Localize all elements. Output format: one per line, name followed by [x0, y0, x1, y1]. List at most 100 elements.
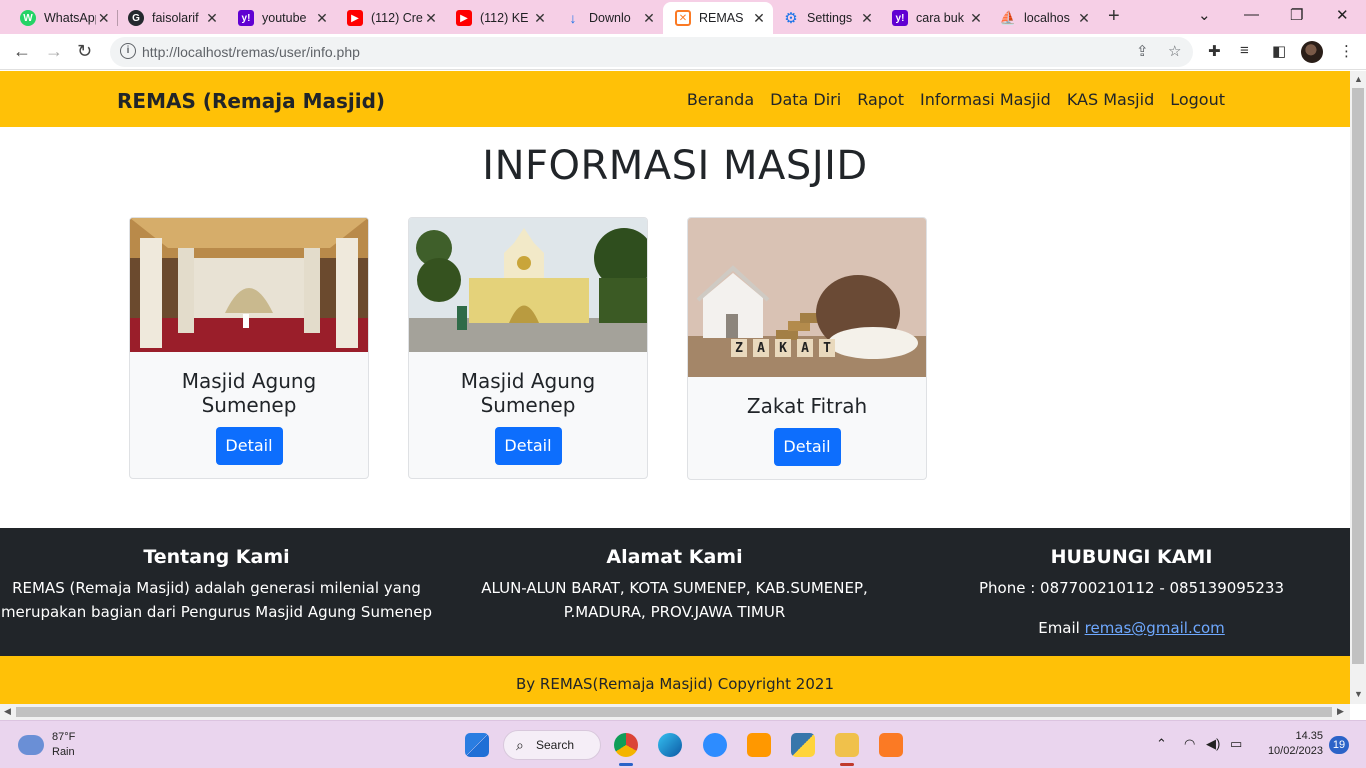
wifi-icon[interactable]: ◠: [1184, 736, 1195, 752]
horizontal-scroll-thumb[interactable]: [16, 707, 1332, 717]
close-window-icon[interactable]: ✕: [1336, 6, 1349, 24]
copyright-bar: By REMAS(Remaja Masjid) Copyright 2021: [0, 656, 1350, 704]
volume-icon[interactable]: ◀): [1206, 736, 1220, 752]
scroll-right-icon[interactable]: ▶: [1337, 706, 1344, 717]
github-icon: G: [128, 10, 144, 26]
back-icon[interactable]: ←: [13, 41, 31, 62]
notification-badge[interactable]: 19: [1329, 736, 1349, 754]
zakat-letter: T: [823, 341, 831, 356]
tab-yahoo-youtube[interactable]: y! youtube ✕: [218, 2, 336, 34]
file-explorer-icon[interactable]: [835, 733, 859, 757]
scroll-down-icon[interactable]: ▼: [1354, 689, 1363, 699]
tab-yahoo-cara[interactable]: y! cara buk ✕: [872, 2, 990, 34]
info-card-2: Masjid Agung Sumenep Detail: [408, 217, 648, 479]
chrome-icon[interactable]: [614, 733, 638, 757]
close-icon[interactable]: ✕: [641, 10, 657, 27]
youtube-icon: ▶: [456, 10, 472, 26]
python-icon[interactable]: [791, 733, 815, 757]
close-icon[interactable]: ✕: [1076, 10, 1092, 27]
card-title: Masjid Agung Sumenep: [460, 369, 596, 417]
new-tab-icon[interactable]: +: [1108, 5, 1120, 28]
yahoo-icon: y!: [892, 10, 908, 26]
tab-search-icon[interactable]: ⌄: [1198, 6, 1211, 24]
weather-temp: 87°F: [52, 731, 76, 743]
xampp-icon: ✕: [675, 10, 691, 26]
address-bar[interactable]: i http://localhost/remas/user/info.php ⇪…: [110, 37, 1193, 67]
footer-phone: Phone : 087700210112 - 085139095233: [978, 579, 1285, 597]
tab-label: (112) Cre: [371, 11, 423, 25]
edge-icon[interactable]: [658, 733, 682, 757]
minimize-icon[interactable]: —: [1244, 6, 1259, 23]
zakat-letter-blocks: Z A K A T: [731, 341, 835, 356]
detail-button[interactable]: Detail: [773, 428, 841, 466]
search-icon: ⌕: [516, 737, 524, 753]
settings-icon: ⚙: [784, 10, 798, 27]
weather-widget[interactable]: 87°F Rain: [18, 730, 75, 760]
profile-avatar[interactable]: [1301, 41, 1323, 63]
tab-label: (112) KE: [480, 11, 529, 25]
site-info-icon[interactable]: i: [120, 43, 136, 59]
detail-button[interactable]: Detail: [494, 427, 562, 465]
zoom-icon[interactable]: [703, 733, 727, 757]
footer-address: Alamat Kami ALUN-ALUN BARAT, KOTA SUMENE…: [458, 546, 891, 624]
nav-logout[interactable]: Logout: [1170, 90, 1225, 109]
horizontal-scrollbar[interactable]: ◀ ▶: [0, 704, 1350, 720]
yahoo-icon: y!: [238, 10, 254, 26]
nav-data-diri[interactable]: Data Diri: [770, 90, 841, 109]
tab-github[interactable]: G faisolarif ✕: [108, 2, 226, 34]
zakat-letter: A: [801, 341, 809, 356]
scroll-left-icon[interactable]: ◀: [4, 706, 11, 717]
footer-email-label: Email: [1038, 619, 1080, 637]
footer-contact-title: HUBUNGI KAMI: [1050, 546, 1213, 568]
search-label: Search: [536, 738, 575, 752]
tab-remas[interactable]: ✕ REMAS ✕: [663, 2, 773, 34]
taskbar-search[interactable]: ⌕ Search: [503, 730, 601, 760]
nav-informasi-masjid[interactable]: Informasi Masjid: [920, 90, 1051, 109]
scroll-up-icon[interactable]: ▲: [1354, 74, 1363, 84]
reload-icon[interactable]: ↻: [77, 41, 92, 62]
extensions-icon[interactable]: ✚: [1208, 42, 1221, 60]
tab-youtube-2[interactable]: ▶ (112) KE ✕: [436, 2, 554, 34]
url-text[interactable]: http://localhost/remas/user/info.php: [142, 44, 360, 60]
forward-icon[interactable]: →: [45, 41, 63, 62]
rain-cloud-icon: [18, 735, 44, 755]
detail-button[interactable]: Detail: [215, 427, 283, 465]
nav-beranda[interactable]: Beranda: [687, 90, 754, 109]
footer-email-link[interactable]: remas@gmail.com: [1085, 619, 1225, 637]
vertical-scroll-thumb[interactable]: [1352, 88, 1364, 664]
nav-kas-masjid[interactable]: KAS Masjid: [1067, 90, 1154, 109]
browser-tab-strip: W WhatsApp ✕ G faisolarif ✕ y! youtube ✕…: [0, 0, 1366, 34]
tab-downloads[interactable]: ↓ Downlo ✕: [545, 2, 663, 34]
tab-settings[interactable]: ⚙ Settings ✕: [763, 2, 881, 34]
show-hidden-icons-icon[interactable]: ⌃: [1156, 736, 1167, 752]
system-clock[interactable]: 14.35 10/02/2023: [1257, 729, 1323, 759]
nav-links: Beranda Data Diri Rapot Informasi Masjid…: [687, 90, 1225, 109]
tab-label: Settings: [807, 11, 853, 25]
tab-youtube-1[interactable]: ▶ (112) Cre ✕: [327, 2, 445, 34]
clock-time: 14.35: [1295, 730, 1323, 742]
sublime-text-icon[interactable]: [747, 733, 771, 757]
site-brand[interactable]: REMAS (Remaja Masjid): [117, 89, 385, 113]
share-icon[interactable]: ⇪: [1136, 42, 1149, 60]
windows-start-icon[interactable]: [465, 733, 489, 757]
footer-contact: HUBUNGI KAMI Phone : 087700210112 - 0851…: [915, 546, 1348, 640]
footer-address-text: ALUN-ALUN BARAT, KOTA SUMENEP, KAB.SUMEN…: [481, 579, 868, 597]
restore-icon[interactable]: ❐: [1290, 6, 1303, 24]
tab-localhost[interactable]: ⛵ localhos ✕: [980, 2, 1098, 34]
side-panel-icon[interactable]: ◧: [1272, 42, 1286, 60]
browser-toolbar: ← → ↻ i http://localhost/remas/user/info…: [0, 34, 1366, 70]
active-app-indicator: [840, 763, 854, 766]
mosque-interior-image: [130, 218, 368, 352]
tab-label: WhatsApp: [44, 11, 97, 25]
tab-label: REMAS: [699, 11, 744, 25]
tab-label: youtube: [262, 11, 307, 25]
menu-kebab-icon[interactable]: ⋮: [1339, 42, 1354, 60]
tab-whatsapp[interactable]: W WhatsApp ✕: [0, 2, 117, 34]
bookmark-star-icon[interactable]: ☆: [1168, 42, 1181, 60]
zakat-letter: A: [757, 341, 765, 356]
nav-rapot[interactable]: Rapot: [857, 90, 904, 109]
xampp-icon[interactable]: [879, 733, 903, 757]
battery-icon[interactable]: ▭: [1230, 736, 1242, 752]
media-queue-icon[interactable]: ≡: [1240, 42, 1249, 59]
vertical-scrollbar[interactable]: ▲ ▼: [1350, 71, 1366, 704]
